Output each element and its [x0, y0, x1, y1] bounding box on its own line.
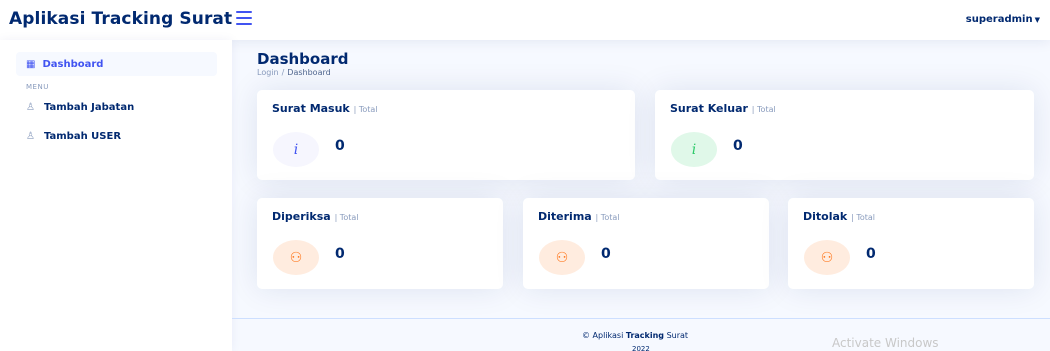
- card-surat-masuk: Surat Masuk | Total i 0: [257, 90, 635, 180]
- icon-glyph: i: [293, 141, 299, 158]
- card-surat-keluar: Surat Keluar | Total i 0: [655, 90, 1034, 180]
- user-dropdown[interactable]: superadmin ▼: [966, 14, 1040, 25]
- breadcrumb-login[interactable]: Login: [257, 68, 279, 77]
- card-diperiksa: Diperiksa | Total ⚇ 0: [257, 198, 503, 289]
- people-icon: ⚇: [273, 240, 319, 275]
- caret-down-icon: ▼: [1034, 16, 1040, 24]
- card-value: 0: [866, 246, 876, 262]
- sidebar-item-tambah-user[interactable]: ♙ Tambah USER: [26, 128, 121, 144]
- people-icon: ⚇: [804, 240, 850, 275]
- info-icon: i: [273, 132, 319, 167]
- page-title: Dashboard: [257, 50, 349, 68]
- card-ditolak: Ditolak | Total ⚇ 0: [788, 198, 1034, 289]
- card-title-text: Diterima: [538, 210, 592, 223]
- card-subtitle: | Total: [334, 213, 359, 222]
- footer-copyright-bold: Tracking: [625, 331, 665, 340]
- app-logo[interactable]: Aplikasi Tracking Surat: [9, 9, 232, 29]
- icon-glyph: i: [691, 141, 697, 158]
- hamburger-menu-icon[interactable]: [236, 11, 252, 25]
- top-bar: Aplikasi Tracking Surat superadmin ▼: [0, 0, 1050, 40]
- card-title-text: Surat Keluar: [670, 102, 748, 115]
- icon-glyph: ⚇: [289, 249, 303, 266]
- card-value: 0: [335, 246, 345, 262]
- footer-copyright-suffix: Surat: [666, 331, 689, 340]
- activate-windows-watermark: Activate Windows: [832, 336, 939, 350]
- user-name: superadmin: [965, 14, 1033, 25]
- footer-copyright-prefix: © Aplikasi: [582, 331, 624, 340]
- sidebar-item-label: Tambah Jabatan: [43, 101, 135, 113]
- card-subtitle: | Total: [751, 105, 776, 114]
- sidebar-item-dashboard[interactable]: ▦ Dashboard: [16, 52, 217, 76]
- people-icon: ⚇: [539, 240, 585, 275]
- icon-glyph: ⚇: [555, 249, 569, 266]
- card-title: Diterima | Total: [538, 210, 619, 223]
- breadcrumb: Login / Dashboard: [257, 68, 331, 77]
- card-title-text: Ditolak: [803, 210, 848, 223]
- icon-glyph: ⚇: [820, 249, 834, 266]
- card-title: Ditolak | Total: [803, 210, 875, 223]
- sidebar-item-label: Tambah USER: [43, 130, 122, 142]
- person-icon: ♙: [26, 130, 35, 142]
- card-value: 0: [733, 138, 743, 154]
- grid-icon: ▦: [26, 58, 36, 70]
- card-value: 0: [335, 138, 345, 154]
- card-title-text: Surat Masuk: [272, 102, 350, 115]
- card-subtitle: | Total: [353, 105, 378, 114]
- footer-copyright: © Aplikasi Tracking Surat: [582, 331, 688, 340]
- card-subtitle: | Total: [595, 213, 620, 222]
- card-diterima: Diterima | Total ⚇ 0: [523, 198, 769, 289]
- card-title: Diperiksa | Total: [272, 210, 358, 223]
- sidebar-item-tambah-jabatan[interactable]: ♙ Tambah Jabatan: [26, 99, 134, 115]
- card-subtitle: | Total: [851, 213, 875, 222]
- card-title: Surat Keluar | Total: [670, 102, 776, 115]
- sidebar-item-label: Dashboard: [42, 58, 104, 70]
- breadcrumb-separator: /: [281, 68, 285, 77]
- card-value: 0: [601, 246, 611, 262]
- footer-year: 2022: [632, 345, 650, 351]
- card-title: Surat Masuk | Total: [272, 102, 378, 115]
- breadcrumb-current: Dashboard: [287, 68, 331, 77]
- sidebar: ▦ Dashboard MENU ♙ Tambah Jabatan ♙ Tamb…: [0, 40, 232, 351]
- card-title-text: Diperiksa: [272, 210, 331, 223]
- person-icon: ♙: [26, 101, 35, 113]
- sidebar-heading: MENU: [26, 83, 49, 91]
- info-icon: i: [671, 132, 717, 167]
